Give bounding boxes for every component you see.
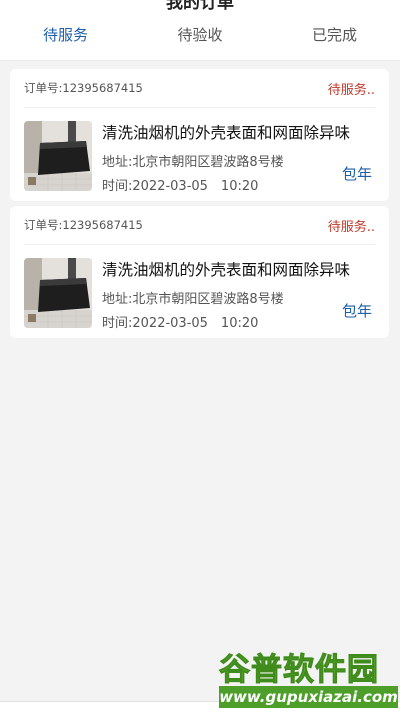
order-address: 地址:北京市朝阳区碧波路8号楼 bbox=[102, 292, 284, 307]
watermark-logo: 谷普软件园 www.gupuxiazai.com bbox=[219, 648, 398, 710]
order-number: 订单号:12395687415 bbox=[24, 81, 143, 95]
tab-pending-acceptance[interactable]: 待验收 bbox=[149, 10, 250, 60]
top-bar: 我的订单 bbox=[0, 0, 400, 10]
watermark-name: 谷普软件园 bbox=[219, 652, 379, 689]
order-card-body: 清洗油烟机的外壳表面和网面除异味 地址:北京市朝阳区碧波路8号楼 时间:2022… bbox=[10, 108, 389, 201]
order-status: 待服务.. bbox=[327, 82, 375, 98]
service-name: 清洗油烟机的外壳表面和网面除异味 bbox=[102, 261, 351, 279]
order-card-body: 清洗油烟机的外壳表面和网面除异味 地址:北京市朝阳区碧波路8号楼 时间:2022… bbox=[10, 245, 389, 338]
tab-completed[interactable]: 已完成 bbox=[251, 10, 400, 60]
order-status: 待服务.. bbox=[327, 219, 375, 235]
order-card[interactable]: 订单号:12395687415 待服务.. 清洗油烟机的外壳表面和网面除异味 地… bbox=[10, 206, 389, 338]
order-card-header: 订单号:12395687415 待服务.. bbox=[24, 206, 375, 245]
order-address: 地址:北京市朝阳区碧波路8号楼 bbox=[102, 155, 284, 170]
order-time: 时间:2022-03-05 10:20 bbox=[102, 179, 259, 194]
watermark-url: www.gupuxiazai.com bbox=[219, 686, 398, 708]
service-name: 清洗油烟机的外壳表面和网面除异味 bbox=[102, 124, 351, 142]
range-hood-photo-icon bbox=[24, 121, 92, 191]
plan-badge: 包年 bbox=[341, 302, 372, 320]
order-time: 时间:2022-03-05 10:20 bbox=[102, 316, 259, 331]
order-card[interactable]: 订单号:12395687415 待服务.. 清洗油烟机的外壳表面和网面除异味 地… bbox=[10, 69, 389, 201]
order-card-header: 订单号:12395687415 待服务.. bbox=[24, 69, 375, 108]
plan-badge: 包年 bbox=[341, 165, 372, 183]
range-hood-photo-icon bbox=[24, 258, 92, 328]
page-title: 我的订单 bbox=[166, 0, 234, 10]
order-tabs: 待服务 待验收 已完成 bbox=[0, 10, 400, 61]
order-number: 订单号:12395687415 bbox=[24, 218, 143, 232]
tab-pending-service[interactable]: 待服务 bbox=[0, 10, 149, 60]
